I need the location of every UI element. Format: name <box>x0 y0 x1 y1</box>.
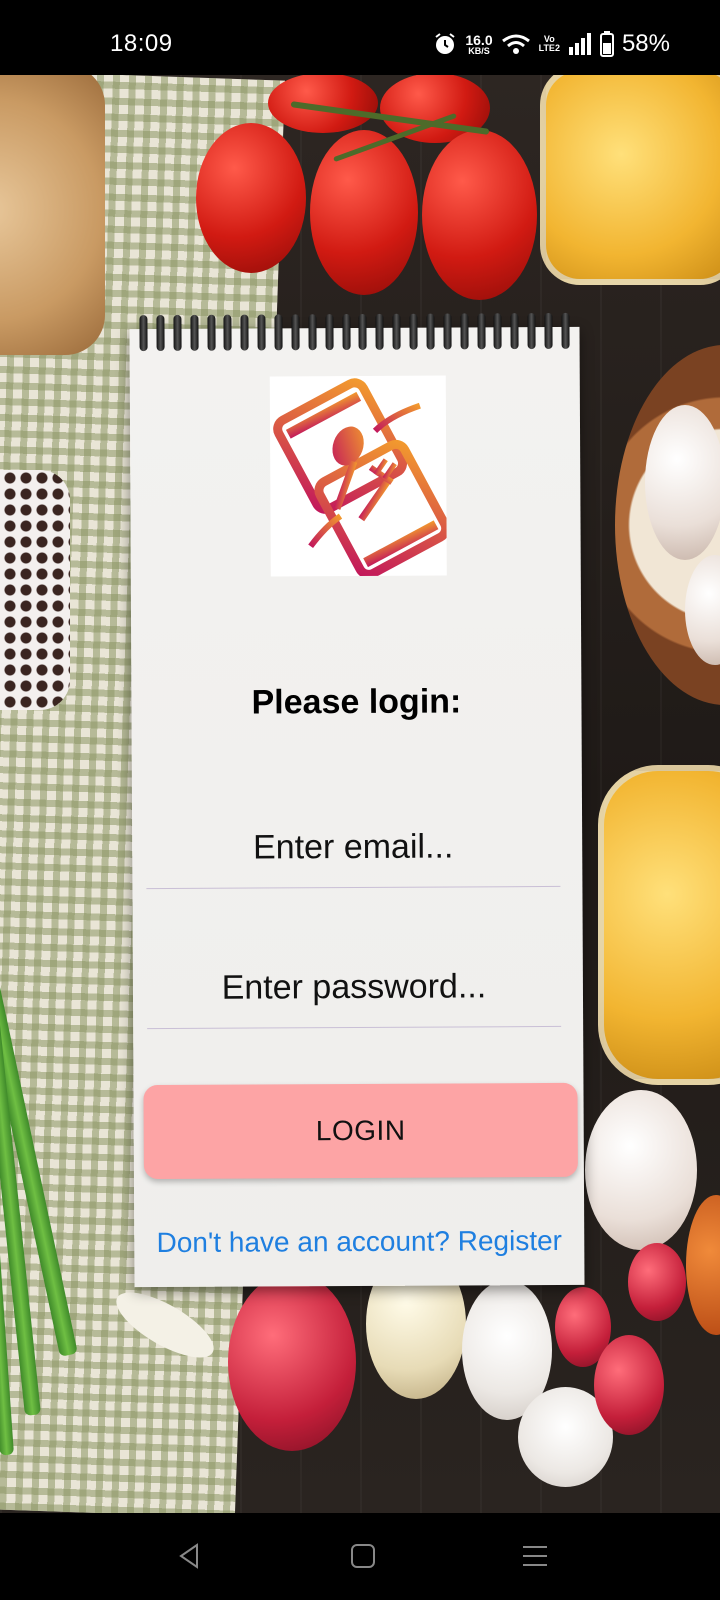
peppercorn-dish <box>0 470 70 710</box>
garlic-bulb <box>585 1090 697 1250</box>
navigation-bar <box>0 1513 720 1600</box>
wifi-icon <box>501 34 530 54</box>
radish <box>594 1335 664 1435</box>
tomato <box>310 130 418 295</box>
battery-icon <box>599 31 614 57</box>
back-icon[interactable] <box>175 1541 205 1571</box>
garlic-bulb <box>645 405 720 560</box>
alarm-icon <box>435 33 455 54</box>
vermicelli-jar <box>598 765 720 1085</box>
signal-icon <box>568 33 591 55</box>
password-field[interactable] <box>146 946 562 1030</box>
volte-icon: Vo LTE2 <box>538 34 560 53</box>
app-logo <box>269 375 451 579</box>
tomato <box>196 123 306 273</box>
radish <box>628 1243 686 1321</box>
menu-icon[interactable] <box>520 1541 550 1571</box>
login-card: Please login: LOGIN Don't have an accoun… <box>129 312 585 1288</box>
home-icon[interactable] <box>348 1541 378 1571</box>
radish <box>228 1273 356 1451</box>
tomato <box>268 75 378 133</box>
login-title: Please login: <box>251 682 462 722</box>
status-icons: 16.0 KB/S Vo LTE2 58% <box>433 30 670 58</box>
status-bar: 18:09 16.0 KB/S Vo LTE2 58% <box>0 0 720 75</box>
login-button[interactable]: LOGIN <box>143 1082 578 1180</box>
tomato <box>422 130 537 300</box>
battery-percent: 58% <box>621 30 670 57</box>
register-link[interactable]: Don't have an account? Register <box>134 1225 584 1259</box>
network-speed: 16.0 KB/S <box>465 31 493 56</box>
notebook-spiral <box>139 312 570 352</box>
email-field[interactable] <box>146 806 561 890</box>
status-time: 18:09 <box>110 30 173 57</box>
mortar-bowl <box>0 75 105 355</box>
pasta-jar <box>540 75 720 285</box>
